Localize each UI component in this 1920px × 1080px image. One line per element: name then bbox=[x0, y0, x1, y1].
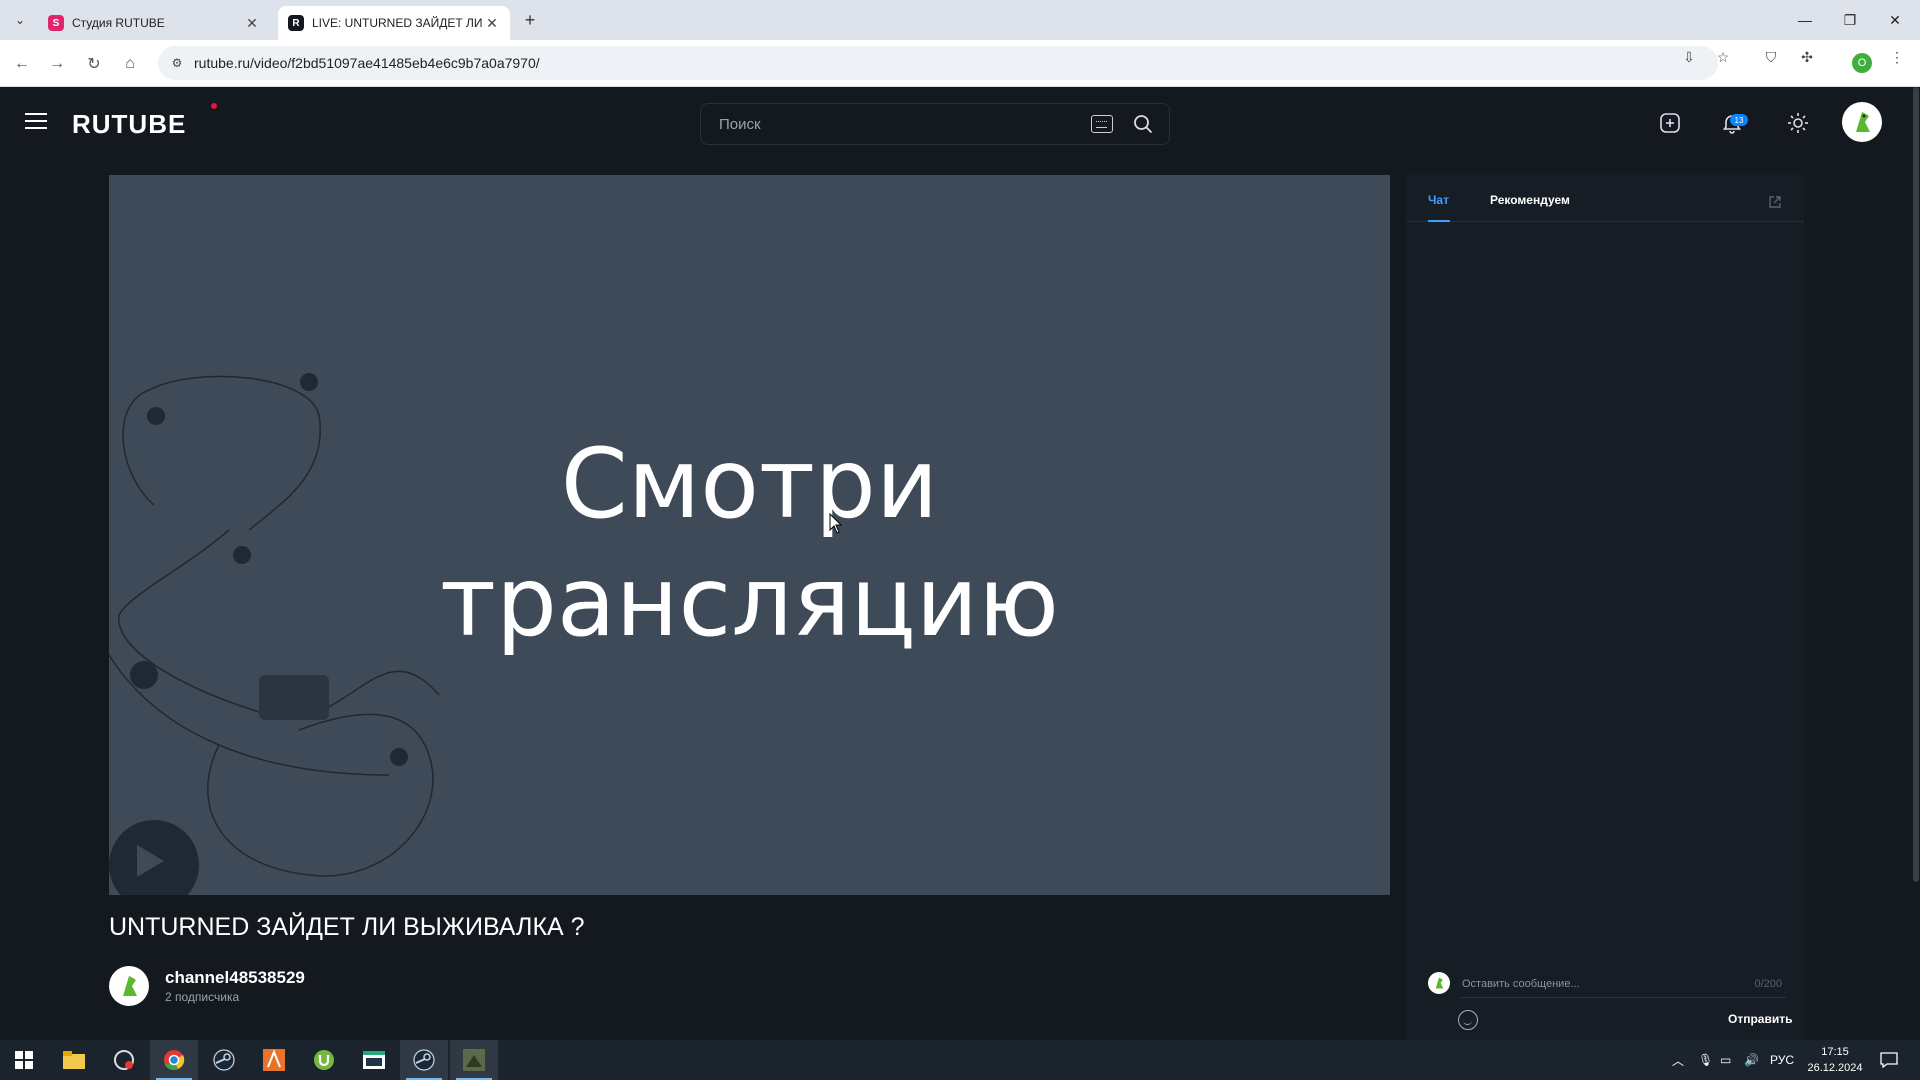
close-tab-icon[interactable]: ✕ bbox=[484, 15, 500, 31]
input-language[interactable]: РУС bbox=[1770, 1040, 1794, 1080]
send-message-button[interactable]: Отправить bbox=[1728, 1012, 1792, 1026]
address-bar[interactable]: ⚙ rutube.ru/video/f2bd51097ae41485eb4e6c… bbox=[158, 46, 1718, 80]
active-tab-indicator bbox=[1428, 220, 1450, 222]
tab-title: Студия RUTUBE bbox=[72, 16, 165, 30]
emoji-smiley-icon[interactable] bbox=[1458, 1010, 1478, 1030]
popout-window-icon[interactable] bbox=[1768, 195, 1782, 209]
rutube-studio-favicon-icon: S bbox=[48, 15, 64, 31]
char-counter: 0/200 bbox=[1754, 978, 1782, 990]
tab-title: LIVE: UNTURNED ЗАЙДЕТ ЛИ В bbox=[312, 16, 484, 30]
chat-message-input[interactable]: Оставить сообщение... 0/200 bbox=[1460, 972, 1786, 998]
site-settings-icon[interactable]: ⚙ bbox=[168, 54, 186, 72]
chat-user-avatar bbox=[1428, 972, 1450, 994]
theme-sun-icon[interactable] bbox=[1786, 111, 1810, 135]
chrome-icon[interactable] bbox=[150, 1040, 198, 1080]
parrot-avatar-icon bbox=[1435, 977, 1444, 989]
tab-recommended[interactable]: Рекомендуем bbox=[1490, 193, 1570, 207]
video-player[interactable]: Смотри трансляцию bbox=[109, 175, 1390, 895]
video-title: UNTURNED ЗАЙДЕТ ЛИ ВЫЖИВАЛКА ? bbox=[109, 913, 585, 941]
tray-chevron-up-icon[interactable]: ︿ bbox=[1672, 1040, 1684, 1080]
system-clock[interactable]: 17:15 26.12.2024 bbox=[1800, 1044, 1870, 1076]
channel-avatar[interactable] bbox=[109, 966, 149, 1006]
volume-icon[interactable]: 🔊 bbox=[1744, 1040, 1759, 1080]
install-app-icon[interactable]: ⇩ bbox=[1680, 48, 1698, 66]
mouse-cursor-icon bbox=[829, 513, 843, 534]
forward-arrow-icon[interactable]: → bbox=[45, 52, 69, 76]
keyboard-icon[interactable] bbox=[1091, 115, 1113, 133]
unturned-game-icon[interactable] bbox=[450, 1040, 498, 1080]
browser-tab-live[interactable]: R LIVE: UNTURNED ЗАЙДЕТ ЛИ В ✕ bbox=[278, 6, 510, 40]
extensions-puzzle-icon[interactable]: ✣ bbox=[1798, 48, 1816, 66]
app-orange-icon[interactable] bbox=[250, 1040, 298, 1080]
search-box bbox=[700, 103, 1170, 145]
action-center-icon[interactable] bbox=[1880, 1040, 1898, 1080]
parrot-avatar-icon bbox=[1856, 112, 1870, 132]
reload-icon[interactable]: ↻ bbox=[82, 52, 106, 76]
overlay-line-2: трансляцию bbox=[440, 546, 1059, 658]
scrollbar-thumb[interactable] bbox=[1913, 87, 1919, 882]
steam-icon-running[interactable] bbox=[400, 1040, 448, 1080]
bookmark-star-icon[interactable]: ☆ bbox=[1714, 48, 1732, 66]
app-window-icon[interactable] bbox=[350, 1040, 398, 1080]
microphone-icon[interactable]: 🎙 bbox=[1698, 1040, 1713, 1080]
url-text: rutube.ru/video/f2bd51097ae41485eb4e6c9b… bbox=[194, 55, 540, 71]
stream-overlay-text: Смотри трансляцию bbox=[109, 425, 1390, 661]
user-avatar[interactable] bbox=[1842, 102, 1882, 142]
upload-video-plus-icon[interactable] bbox=[1658, 111, 1682, 135]
page-scrollbar[interactable] bbox=[1912, 87, 1920, 1040]
clock-time: 17:15 bbox=[1821, 1046, 1849, 1058]
search-icon[interactable] bbox=[1133, 114, 1153, 134]
close-window-icon[interactable]: ✕ bbox=[1875, 8, 1915, 32]
browser-tab-strip: ⌄ S Студия RUTUBE ✕ R LIVE: UNTURNED ЗАЙ… bbox=[0, 0, 1920, 40]
channel-name[interactable]: channel48538529 bbox=[165, 968, 305, 988]
new-tab-plus-icon[interactable]: + bbox=[520, 10, 540, 30]
file-explorer-icon[interactable] bbox=[50, 1040, 98, 1080]
panel-tabs: Чат Рекомендуем bbox=[1406, 175, 1804, 222]
chat-placeholder: Оставить сообщение... bbox=[1462, 978, 1580, 990]
network-icon[interactable]: ▭ bbox=[1720, 1040, 1731, 1080]
utorrent-icon[interactable] bbox=[300, 1040, 348, 1080]
search-input[interactable] bbox=[701, 104, 1081, 144]
chat-panel: Чат Рекомендуем Оставить сообщение... 0/… bbox=[1406, 175, 1804, 1040]
subscriber-count: 2 подписчика bbox=[165, 990, 240, 1004]
menu-hamburger-icon[interactable] bbox=[25, 113, 47, 131]
browser-toolbar: ← → ↻ ⌂ ⚙ rutube.ru/video/f2bd51097ae414… bbox=[0, 40, 1920, 87]
windows-start-icon[interactable] bbox=[0, 1040, 48, 1080]
home-icon[interactable]: ⌂ bbox=[118, 52, 142, 76]
back-arrow-icon[interactable]: ← bbox=[10, 52, 34, 76]
steam-icon[interactable] bbox=[200, 1040, 248, 1080]
shield-extension-icon[interactable]: ⛉ bbox=[1762, 48, 1780, 66]
tab-search-chevron-icon[interactable]: ⌄ bbox=[10, 10, 30, 30]
rutube-logo[interactable]: RUTUBE bbox=[72, 109, 186, 140]
close-tab-icon[interactable]: ✕ bbox=[244, 15, 260, 31]
minimize-window-icon[interactable]: — bbox=[1785, 8, 1825, 32]
site-header: RUTUBE bbox=[0, 87, 1920, 160]
overlay-line-1: Смотри bbox=[560, 428, 939, 540]
rutube-favicon-icon: R bbox=[288, 15, 304, 31]
logo-red-dot bbox=[211, 103, 217, 109]
browser-menu-kebab-icon[interactable]: ⋮ bbox=[1888, 48, 1906, 66]
clock-date: 26.12.2024 bbox=[1807, 1062, 1863, 1074]
parrot-avatar-icon bbox=[123, 976, 137, 996]
tab-chat[interactable]: Чат bbox=[1428, 193, 1449, 207]
recording-app-icon[interactable] bbox=[100, 1040, 148, 1080]
restore-window-icon[interactable]: ❐ bbox=[1830, 8, 1870, 32]
windows-taskbar: ︿ 🎙 ▭ 🔊 РУС 17:15 26.12.2024 bbox=[0, 1040, 1920, 1080]
browser-tab-studio[interactable]: S Студия RUTUBE ✕ bbox=[38, 6, 270, 40]
browser-profile-avatar[interactable]: O bbox=[1852, 53, 1872, 73]
notification-count-badge: 13 bbox=[1730, 114, 1748, 126]
